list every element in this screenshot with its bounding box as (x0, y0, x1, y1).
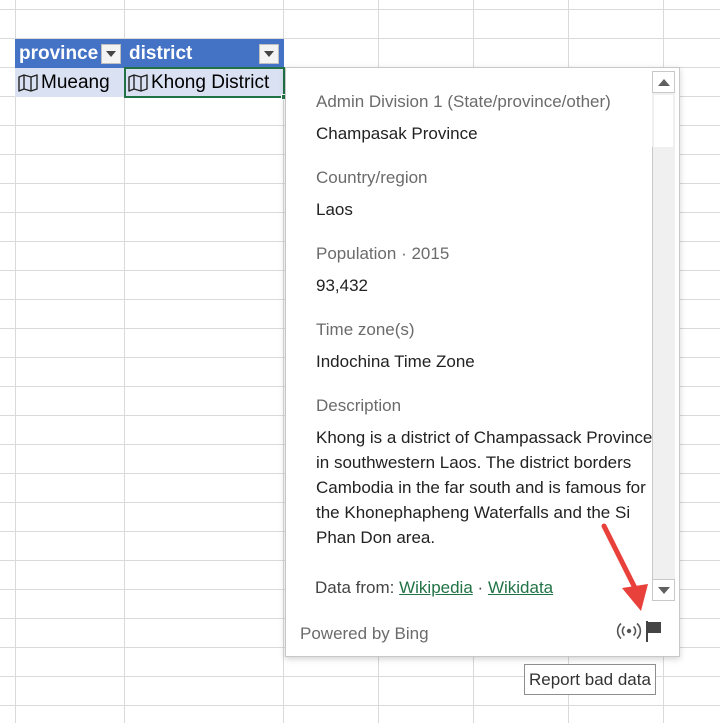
cell-text: Mueang (41, 72, 110, 93)
field-label: Time zone(s) (316, 320, 415, 339)
source-separator: · (477, 578, 484, 597)
province-cell[interactable]: Mueang (15, 68, 125, 97)
column-header-label: province (19, 43, 99, 64)
description-text: Khong is a district of Champassack Provi… (316, 428, 653, 547)
map-icon (18, 73, 38, 92)
wikidata-link[interactable]: Wikidata (488, 578, 553, 597)
wikipedia-link[interactable]: Wikipedia (399, 578, 473, 597)
field-label: Country/region (316, 168, 428, 187)
field-population: Population · 2015 93,432 (316, 242, 656, 298)
field-value[interactable]: 93,432 (316, 273, 656, 298)
field-value[interactable]: Indochina Time Zone (316, 349, 656, 374)
flag-icon[interactable] (644, 620, 664, 642)
field-timezone: Time zone(s) Indochina Time Zone (316, 318, 656, 374)
card-footer-icons (616, 620, 664, 642)
filter-dropdown-icon[interactable] (101, 44, 121, 64)
data-from-label: Data from: (315, 578, 395, 597)
map-icon (128, 73, 148, 92)
filter-dropdown-icon[interactable] (259, 44, 279, 64)
scroll-down-icon[interactable] (652, 579, 675, 601)
data-source-line: Data from: Wikipedia · Wikidata (315, 578, 553, 598)
field-value[interactable]: Champasak Province (316, 121, 656, 146)
field-label: Population · 2015 (316, 244, 450, 263)
field-description: Description Khong is a district of Champ… (316, 394, 656, 550)
cell-text: Khong District (151, 72, 270, 93)
live-data-icon[interactable] (616, 621, 642, 641)
card-scrollbar[interactable] (652, 71, 675, 601)
field-label: Description (316, 396, 402, 415)
field-admin-division: Admin Division 1 (State/province/other) … (316, 90, 656, 146)
district-cell[interactable]: Khong District (124, 67, 287, 100)
field-country: Country/region Laos (316, 166, 656, 222)
column-header-district[interactable]: district (125, 39, 284, 68)
column-header-label: district (129, 43, 193, 64)
field-label: Admin Division 1 (State/province/other) (316, 92, 611, 111)
powered-by-label: Powered by Bing (300, 624, 429, 643)
data-type-card: Admin Division 1 (State/province/other) … (285, 67, 680, 657)
report-bad-data-tooltip: Report bad data (524, 664, 656, 695)
scroll-up-icon[interactable] (652, 71, 675, 93)
scroll-thumb[interactable] (654, 95, 673, 147)
column-header-province[interactable]: province (15, 39, 125, 68)
card-fields: Admin Division 1 (State/province/other) … (316, 90, 656, 570)
field-value[interactable]: Laos (316, 197, 656, 222)
scroll-track (652, 147, 653, 579)
